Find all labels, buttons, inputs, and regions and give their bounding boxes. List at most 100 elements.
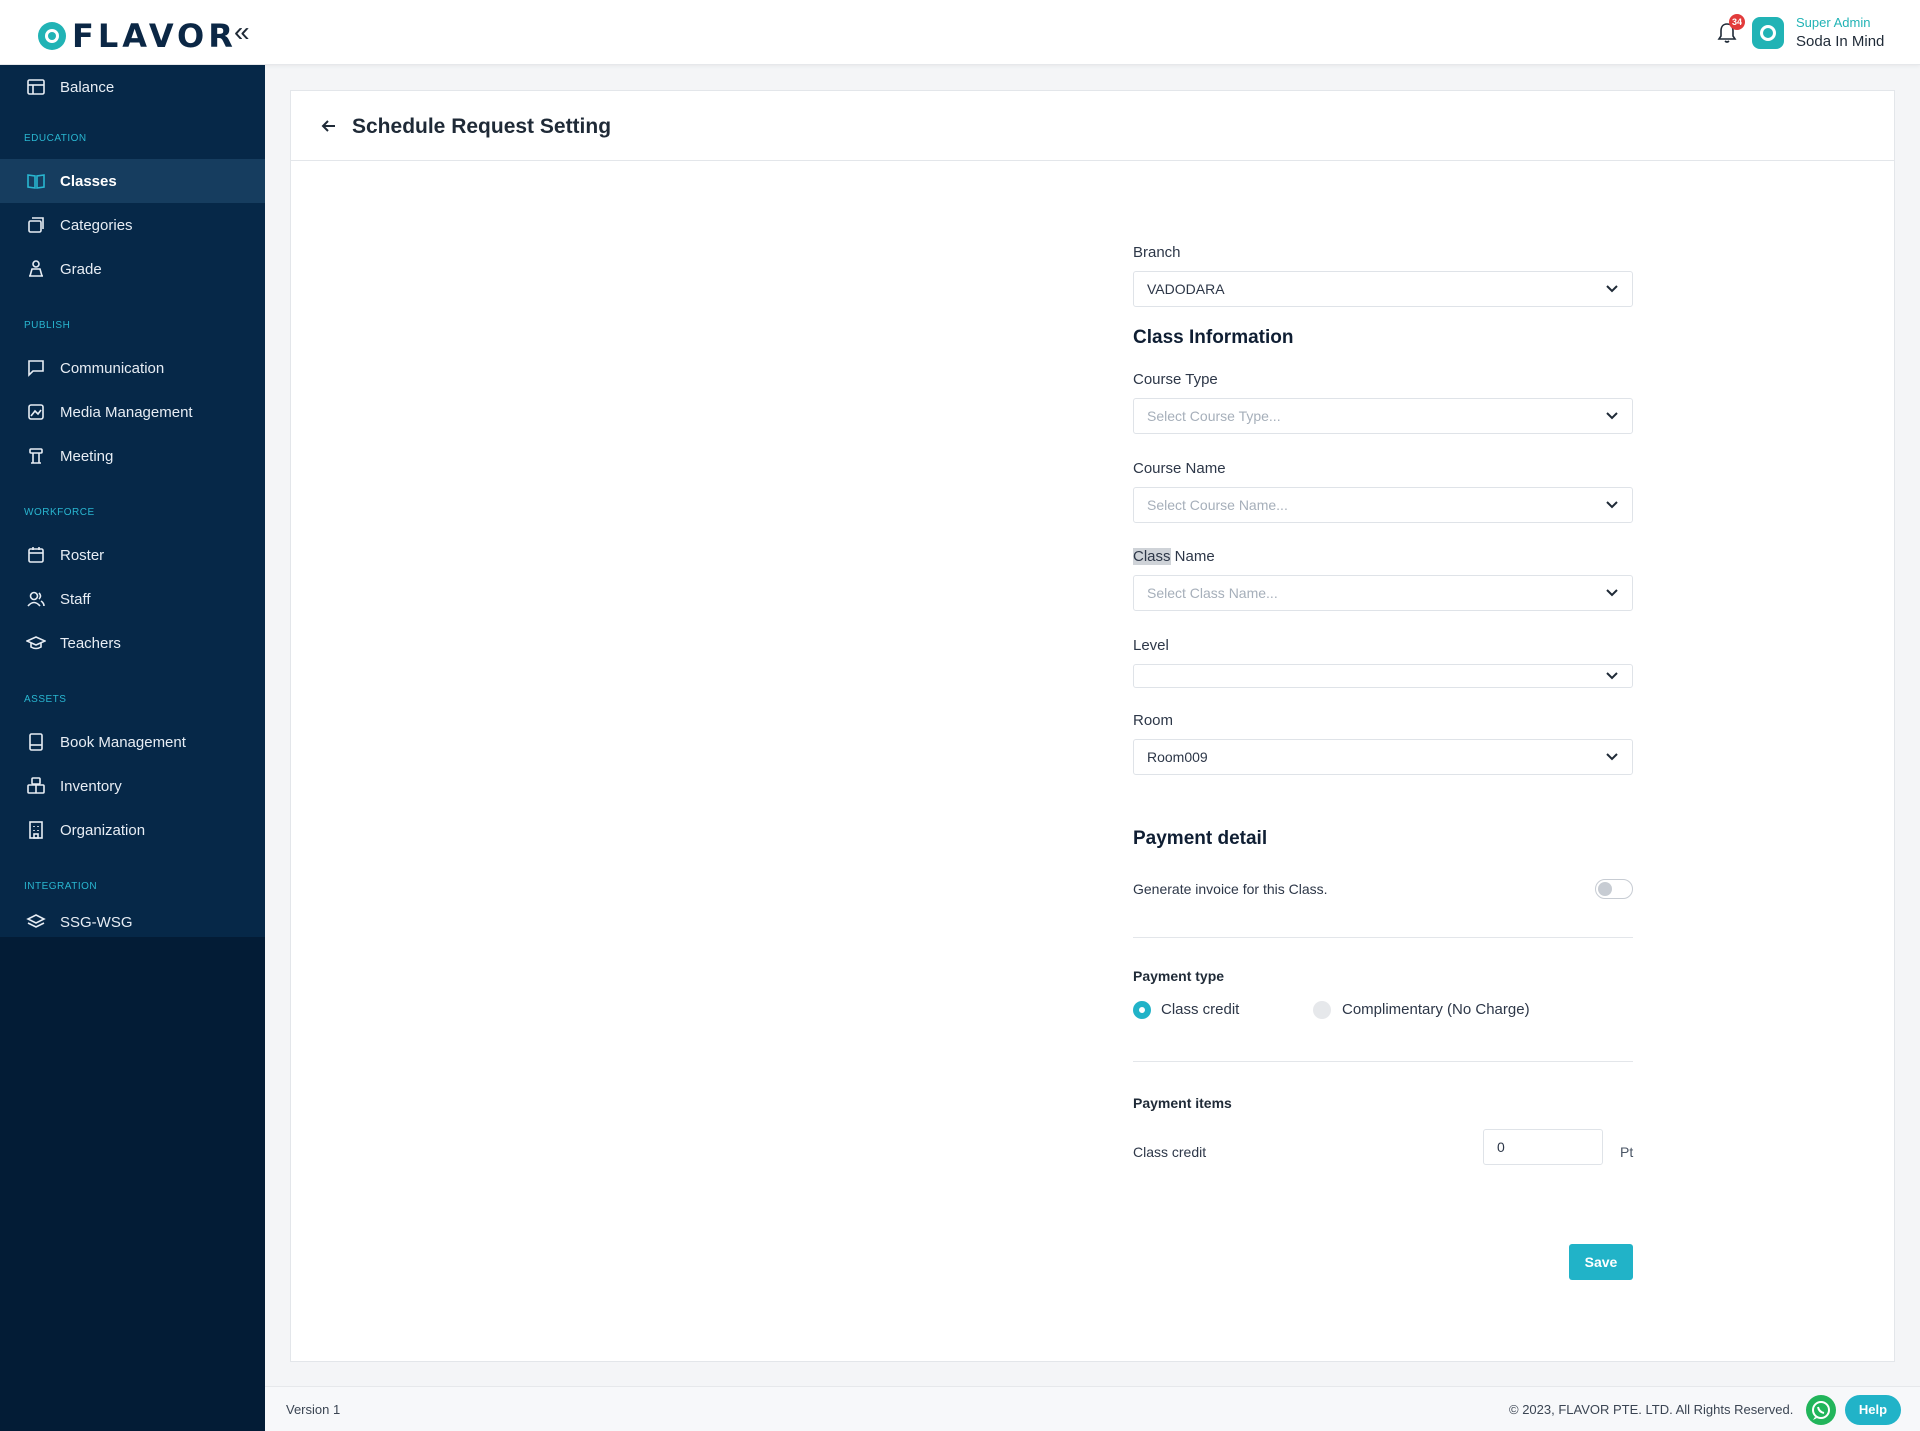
room-select-value: Room009	[1147, 749, 1208, 765]
sidebar-section-integration: INTEGRATION	[24, 881, 98, 892]
branch-select-value: VADODARA	[1147, 281, 1225, 297]
radio-class-credit-label: Class credit	[1161, 1001, 1240, 1018]
logo-mark-icon	[38, 22, 66, 50]
sidebar-item-label: Grade	[60, 260, 102, 278]
graduation-cap-icon	[26, 636, 46, 650]
sidebar-nav-panel: Balance EDUCATION Classes Categories Gra…	[0, 65, 265, 937]
chevron-down-icon	[1606, 285, 1618, 293]
layers-icon	[26, 914, 46, 928]
book-icon	[29, 733, 43, 751]
flavor-logo[interactable]: FLAVOR	[38, 17, 237, 55]
sidebar-item-label: Organization	[60, 821, 146, 839]
room-select[interactable]: Room009	[1133, 739, 1633, 775]
sidebar-item-label: Classes	[60, 172, 117, 190]
chevron-down-icon	[1606, 753, 1618, 761]
chevron-down-icon	[1606, 589, 1618, 597]
sidebar-item-classes[interactable]: Classes	[0, 159, 265, 203]
course-type-label: Course Type	[1133, 371, 1218, 388]
copyright-text: © 2023, FLAVOR PTE. LTD. All Rights Rese…	[1509, 1402, 1794, 1417]
footer: Version 1 © 2023, FLAVOR PTE. LTD. All R…	[265, 1386, 1920, 1431]
whatsapp-glyph-icon	[1812, 1401, 1830, 1420]
save-button[interactable]: Save	[1569, 1244, 1633, 1280]
divider	[1133, 937, 1633, 938]
sidebar-item-label: Book Management	[60, 733, 186, 751]
branch-label: Branch	[1133, 244, 1181, 261]
chevron-down-icon	[1606, 501, 1618, 509]
sidebar-item-label: Communication	[60, 359, 165, 377]
sidebar-item-categories[interactable]: Categories	[0, 203, 265, 247]
class-name-label-highlight: Class	[1133, 548, 1171, 565]
course-type-placeholder: Select Course Type...	[1147, 408, 1281, 424]
user-name: Soda In Mind	[1796, 33, 1885, 50]
sidebar-item-organization[interactable]: Organization	[0, 808, 265, 852]
generate-invoice-toggle[interactable]	[1595, 879, 1633, 899]
balance-icon	[27, 79, 45, 95]
media-icon	[28, 404, 44, 420]
version-text: Version 1	[286, 1402, 341, 1417]
sidebar-item-meeting[interactable]: Meeting	[0, 434, 265, 478]
course-name-placeholder: Select Course Name...	[1147, 497, 1288, 513]
sidebar-item-communication[interactable]: Communication	[0, 346, 265, 390]
user-avatar[interactable]	[1752, 17, 1784, 49]
sidebar-item-inventory[interactable]: Inventory	[0, 764, 265, 808]
payment-type-title: Payment type	[1133, 968, 1225, 984]
radio-class-credit[interactable]	[1133, 1001, 1151, 1019]
sidebar-item-grade[interactable]: Grade	[0, 247, 265, 291]
sidebar-item-staff[interactable]: Staff	[0, 577, 265, 621]
podium-icon	[29, 448, 43, 464]
sidebar-item-ssg-wsg[interactable]: SSG-WSG	[0, 907, 265, 937]
book-open-icon	[27, 174, 45, 189]
sidebar-item-label: Inventory	[60, 777, 122, 795]
whatsapp-icon[interactable]	[1806, 1395, 1836, 1425]
grade-icon	[29, 260, 43, 277]
radio-complimentary[interactable]	[1313, 1001, 1331, 1019]
sidebar-item-media-management[interactable]: Media Management	[0, 390, 265, 434]
payment-detail-title: Payment detail	[1133, 828, 1268, 849]
room-label: Room	[1133, 712, 1174, 729]
sidebar-item-label: SSG-WSG	[60, 913, 133, 931]
sidebar-section-education: EDUCATION	[24, 133, 87, 144]
class-name-label: Class Name	[1133, 548, 1215, 565]
generate-invoice-label: Generate invoice for this Class.	[1133, 881, 1328, 897]
payment-items-title: Payment items	[1133, 1095, 1232, 1111]
sidebar: Balance EDUCATION Classes Categories Gra…	[0, 65, 265, 1431]
course-name-select[interactable]: Select Course Name...	[1133, 487, 1633, 523]
calendar-icon	[28, 547, 44, 563]
building-icon	[29, 821, 43, 839]
help-button[interactable]: Help	[1845, 1395, 1901, 1425]
sidebar-item-label: Balance	[60, 78, 115, 96]
sidebar-item-teachers[interactable]: Teachers	[0, 621, 265, 665]
inventory-icon	[27, 777, 45, 794]
back-arrow-icon[interactable]	[321, 118, 337, 134]
sidebar-item-label: Staff	[60, 590, 91, 608]
sidebar-section-assets: ASSETS	[24, 694, 67, 705]
chevron-down-icon	[1606, 672, 1618, 680]
course-type-select[interactable]: Select Course Type...	[1133, 398, 1633, 434]
sidebar-item-book-management[interactable]: Book Management	[0, 720, 265, 764]
level-select[interactable]	[1133, 664, 1633, 688]
sidebar-item-label: Media Management	[60, 403, 193, 421]
sidebar-item-label: Meeting	[60, 447, 114, 465]
page-title: Schedule Request Setting	[352, 115, 612, 138]
branch-select[interactable]: VADODARA	[1133, 271, 1633, 307]
users-icon	[27, 591, 45, 607]
categories-icon	[28, 217, 44, 233]
collapse-sidebar-icon[interactable]: «	[234, 18, 250, 46]
top-header: FLAVOR « 34 Super Admin Soda In Mind	[0, 0, 1920, 65]
sidebar-section-workforce: WORKFORCE	[24, 507, 95, 518]
card-header: Schedule Request Setting	[291, 91, 1894, 161]
schedule-request-card: Schedule Request Setting Branch VADODARA…	[290, 90, 1895, 1362]
sidebar-item-balance[interactable]: Balance	[0, 65, 265, 109]
sidebar-item-label: Roster	[60, 546, 105, 564]
radio-complimentary-label: Complimentary (No Charge)	[1342, 1001, 1530, 1018]
level-label: Level	[1133, 637, 1169, 654]
chat-icon	[28, 360, 44, 377]
class-name-label-rest: Name	[1170, 548, 1215, 565]
chevron-down-icon	[1606, 412, 1618, 420]
sidebar-item-label: Categories	[60, 216, 133, 234]
class-name-select[interactable]: Select Class Name...	[1133, 575, 1633, 611]
class-credit-input[interactable]	[1483, 1129, 1603, 1165]
divider	[1133, 1061, 1633, 1062]
sidebar-item-roster[interactable]: Roster	[0, 533, 265, 577]
class-credit-label: Class credit	[1133, 1144, 1207, 1160]
